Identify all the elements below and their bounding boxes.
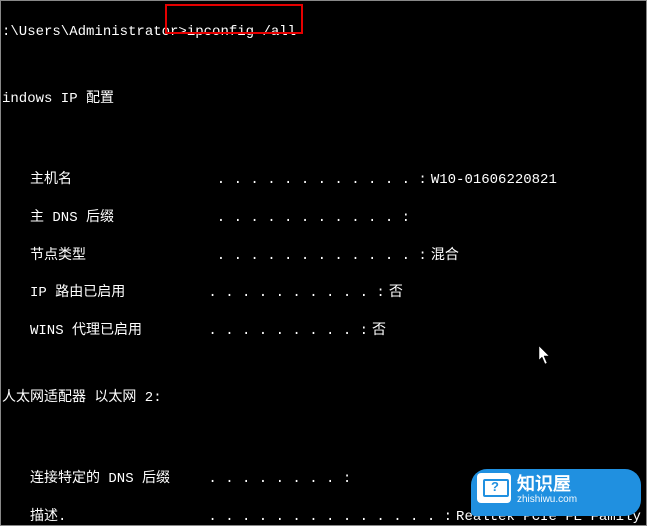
watermark-title: 知识屋	[517, 475, 627, 493]
section-adapter: 人太网适配器 以太网 2:	[2, 389, 645, 408]
watermark-logo-icon	[477, 473, 511, 503]
primary-dns-suffix-label: 主 DNS 后缀	[30, 209, 200, 228]
section-ip-config: indows IP 配置	[2, 90, 645, 109]
ip-routing-label: IP 路由已启用	[30, 284, 200, 303]
hostname-label: 主机名	[30, 171, 200, 190]
node-type-value: 混合	[427, 247, 459, 266]
conn-dns-suffix-value	[351, 470, 355, 489]
watermark: 知识屋 zhishiwu.com	[471, 469, 641, 517]
terminal-output: :\Users\Administrator>ipconfig /all indo…	[0, 0, 647, 526]
conn-dns-suffix-label: 连接特定的 DNS 后缀	[30, 470, 200, 489]
node-type-label: 节点类型	[30, 247, 200, 266]
wins-proxy-label: WINS 代理已启用	[30, 322, 200, 341]
description-label: 描述.	[30, 508, 200, 526]
prompt-command[interactable]: ipconfig /all	[187, 24, 296, 40]
watermark-url: zhishiwu.com	[517, 493, 627, 507]
wins-proxy-value: 否	[368, 322, 386, 341]
hostname-value: W10-01606220821	[427, 171, 557, 190]
ip-routing-value: 否	[385, 284, 403, 303]
primary-dns-suffix-value	[410, 209, 414, 228]
prompt-path: :\Users\Administrator>	[2, 24, 187, 40]
